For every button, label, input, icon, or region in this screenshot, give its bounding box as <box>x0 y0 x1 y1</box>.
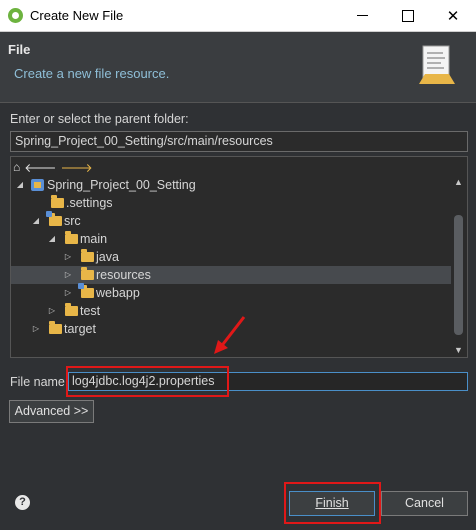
scroll-down-icon[interactable]: ▼ <box>451 343 466 357</box>
back-icon[interactable]: 🡐 <box>24 160 56 175</box>
window-titlebar: Create New File ✕ <box>0 0 476 32</box>
tree-item-main[interactable]: ◢ main <box>11 230 451 248</box>
tree-item-label: src <box>64 214 81 228</box>
tree-scrollbar[interactable]: ▲ ▼ <box>451 175 466 357</box>
project-icon <box>31 179 44 191</box>
collapse-icon[interactable]: ◢ <box>31 212 41 230</box>
expand-icon[interactable]: ▷ <box>31 320 41 338</box>
close-button[interactable]: ✕ <box>430 0 476 31</box>
home-icon[interactable]: ⌂ <box>13 160 20 174</box>
tree-item-label: java <box>96 250 119 264</box>
tree-item-resources[interactable]: ▷ resources <box>11 266 451 284</box>
collapse-icon[interactable]: ◢ <box>15 176 25 194</box>
file-name-label: File name: <box>10 375 69 389</box>
scroll-up-icon[interactable]: ▲ <box>451 175 466 189</box>
tree-item-project[interactable]: ◢ Spring_Project_00_Setting <box>11 176 451 194</box>
tree-item-label: target <box>64 322 96 336</box>
advanced-button[interactable]: Advanced >> <box>9 400 94 423</box>
parent-folder-label: Enter or select the parent folder: <box>10 112 189 126</box>
tree-item-webapp[interactable]: ▷ webapp <box>11 283 451 302</box>
source-folder-icon <box>46 211 62 226</box>
cancel-button[interactable]: Cancel <box>381 491 468 516</box>
tree-item-label: webapp <box>96 286 140 300</box>
annotation-arrow-icon <box>214 316 246 354</box>
scrollbar-thumb[interactable] <box>454 215 463 335</box>
file-name-highlight <box>66 366 229 397</box>
finish-highlight <box>284 482 381 524</box>
wizard-description: Create a new file resource. <box>14 66 170 81</box>
source-folder-icon <box>78 283 94 298</box>
tree-item-label: test <box>80 304 101 318</box>
tree-item-label: main <box>80 232 108 246</box>
tree-item-label: resources <box>96 268 151 282</box>
folder-icon <box>51 195 64 208</box>
wizard-header: File Create a new file resource. <box>0 32 476 103</box>
tree-item-label: Spring_Project_00_Setting <box>47 178 196 192</box>
expand-icon[interactable]: ▷ <box>63 248 73 266</box>
tree-toolbar: ⌂ 🡐 🡒 <box>13 159 93 175</box>
forward-icon[interactable]: 🡒 <box>60 160 92 175</box>
folder-icon <box>49 321 62 334</box>
tree-item-label: .settings <box>66 196 113 210</box>
tree-item-settings[interactable]: .settings <box>11 194 451 212</box>
maximize-button[interactable] <box>385 0 431 31</box>
spring-app-icon <box>8 8 23 23</box>
window-title: Create New File <box>30 8 124 23</box>
tree-item-src[interactable]: ◢ src <box>11 211 451 230</box>
expand-icon[interactable]: ▷ <box>63 284 73 302</box>
folder-icon <box>81 267 94 280</box>
folder-icon <box>65 231 78 244</box>
expand-icon[interactable]: ▷ <box>63 266 73 284</box>
minimize-button[interactable] <box>339 0 385 31</box>
parent-folder-input[interactable]: Spring_Project_00_Setting/src/main/resou… <box>10 131 468 152</box>
folder-icon <box>81 249 94 262</box>
help-icon[interactable]: ? <box>15 495 30 510</box>
collapse-icon[interactable]: ◢ <box>47 230 57 248</box>
folder-icon <box>65 303 78 316</box>
new-file-wizard-icon <box>419 45 455 84</box>
wizard-title: File <box>8 42 31 57</box>
expand-icon[interactable]: ▷ <box>47 302 57 320</box>
tree-item-java[interactable]: ▷ java <box>11 248 451 266</box>
